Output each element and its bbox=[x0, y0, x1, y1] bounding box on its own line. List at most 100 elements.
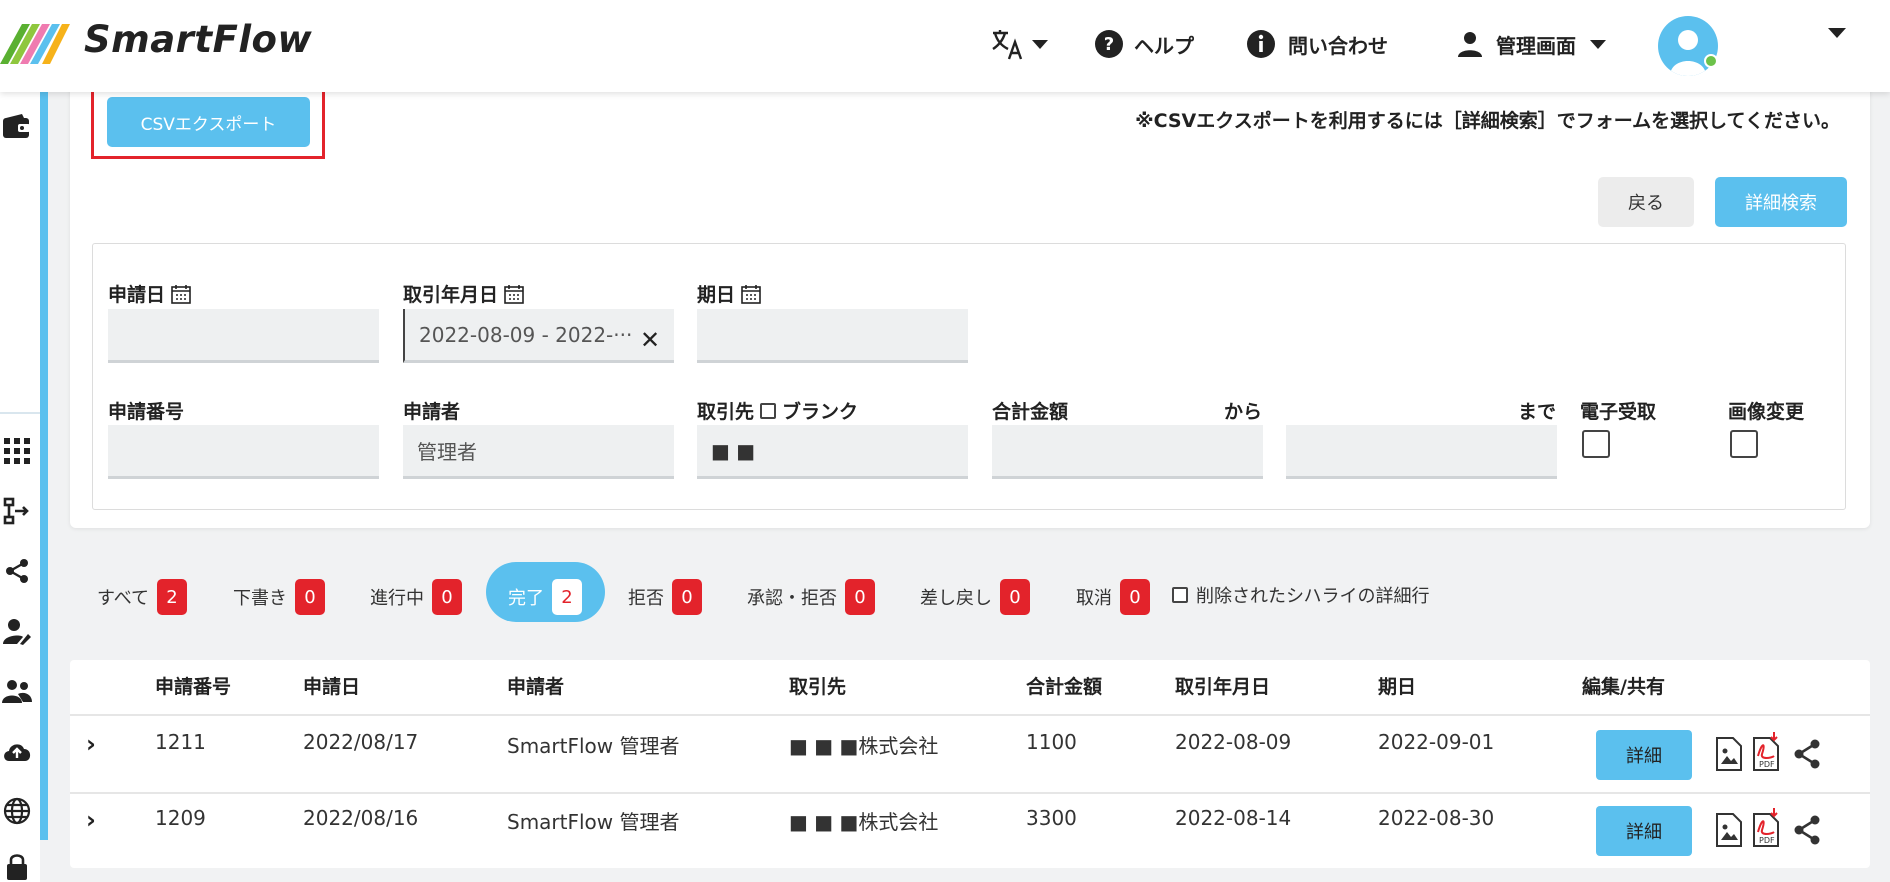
e-receipt-label: 電子受取 bbox=[1580, 401, 1657, 423]
col-header-total[interactable]: 合計金額 bbox=[1026, 672, 1102, 699]
globe-icon[interactable] bbox=[2, 796, 32, 826]
col-header-partner[interactable]: 取引先 bbox=[789, 672, 846, 699]
cell-apply-date: 2022/08/17 bbox=[303, 730, 419, 754]
tab-label: 進行中 bbox=[370, 588, 424, 609]
col-header-due-date[interactable]: 期日 bbox=[1378, 672, 1416, 699]
count-badge: 0 bbox=[1000, 579, 1030, 615]
cell-apply-no: 1211 bbox=[155, 730, 206, 754]
trade-date-input[interactable]: 2022-08-09 - 2022-··· bbox=[403, 309, 674, 363]
total-label: 合計金額 bbox=[992, 401, 1069, 423]
help-label: ヘルプ bbox=[1134, 33, 1194, 58]
tab-label: 差し戻し bbox=[920, 588, 992, 609]
detail-button[interactable]: 詳細 bbox=[1596, 806, 1692, 856]
share-icon[interactable] bbox=[1790, 810, 1824, 850]
count-badge: 2 bbox=[157, 579, 188, 615]
col-header-actions: 編集/共有 bbox=[1582, 676, 1665, 698]
online-status-dot bbox=[1704, 54, 1718, 68]
tab-in-progress[interactable]: 進行中 0 bbox=[370, 579, 462, 615]
applicant-input[interactable]: 管理者 bbox=[403, 425, 674, 479]
csv-export-button[interactable]: CSVエクスポート bbox=[107, 97, 310, 147]
grid-apps-icon[interactable] bbox=[2, 436, 32, 466]
wallet-icon[interactable] bbox=[2, 112, 32, 142]
tab-completed[interactable]: 完了 2 bbox=[508, 579, 582, 615]
cell-partner: ■ ■ ■株式会社 bbox=[789, 810, 939, 834]
tab-cancelled[interactable]: 取消 0 bbox=[1076, 579, 1150, 615]
expand-row-chevron-icon[interactable]: › bbox=[86, 806, 96, 834]
count-badge: 0 bbox=[295, 579, 325, 615]
count-badge: 0 bbox=[672, 579, 702, 615]
due-date-input[interactable] bbox=[697, 309, 968, 363]
user-icon bbox=[1458, 32, 1482, 57]
cell-total: 3300 bbox=[1026, 806, 1077, 830]
share-icon[interactable] bbox=[1790, 734, 1824, 774]
total-from-input[interactable] bbox=[992, 425, 1263, 479]
chevron-down-icon bbox=[1590, 39, 1606, 49]
image-change-checkbox[interactable] bbox=[1730, 430, 1758, 458]
translate-icon bbox=[992, 30, 1023, 60]
trade-date-label-text: 取引年月日 bbox=[403, 284, 499, 306]
users-icon[interactable] bbox=[2, 676, 32, 706]
pdf-download-icon[interactable]: PDF bbox=[1750, 808, 1784, 848]
partner-input[interactable]: ■ ■ bbox=[697, 425, 968, 479]
col-header-apply-no[interactable]: 申請番号 bbox=[155, 672, 231, 699]
lock-icon[interactable] bbox=[2, 852, 32, 882]
col-header-applicant[interactable]: 申請者 bbox=[507, 672, 564, 699]
clear-icon[interactable]: ✕ bbox=[640, 326, 660, 354]
total-to-input[interactable] bbox=[1286, 425, 1557, 479]
admin-label: 管理画面 bbox=[1496, 33, 1576, 58]
pdf-download-icon[interactable]: PDF bbox=[1750, 732, 1784, 772]
apply-date-label-text: 申請日 bbox=[108, 284, 166, 306]
share-icon[interactable] bbox=[2, 556, 32, 586]
tab-label: 取消 bbox=[1076, 588, 1112, 609]
show-deleted-checkbox[interactable] bbox=[1172, 587, 1188, 603]
workflow-icon[interactable] bbox=[2, 496, 32, 526]
admin-menu[interactable]: 管理画面 bbox=[1456, 24, 1606, 64]
app-logo-text[interactable]: SmartFlow bbox=[84, 18, 312, 61]
account-chevron-down-icon[interactable] bbox=[1828, 28, 1846, 38]
svg-text:PDF: PDF bbox=[1759, 760, 1775, 769]
image-file-icon[interactable] bbox=[1712, 734, 1746, 774]
count-badge: 2 bbox=[552, 579, 582, 615]
top-header: SmartFlow ? ヘルプ 問い合わせ 管理画面 bbox=[0, 0, 1890, 92]
tab-approve-reject[interactable]: 承認・拒否 0 bbox=[747, 579, 875, 615]
e-receipt-checkbox[interactable] bbox=[1582, 430, 1610, 458]
sidebar-divider bbox=[0, 412, 40, 414]
show-deleted-rows[interactable]: 削除されたシハライの詳細行 bbox=[1172, 582, 1429, 608]
calendar-icon bbox=[741, 284, 761, 304]
col-header-apply-date[interactable]: 申請日 bbox=[303, 672, 360, 699]
info-icon bbox=[1247, 30, 1275, 58]
contact-link[interactable]: 問い合わせ bbox=[1246, 24, 1388, 64]
svg-text:?: ? bbox=[1104, 34, 1114, 55]
tab-label: すべて bbox=[97, 588, 150, 609]
image-file-icon[interactable] bbox=[1712, 810, 1746, 850]
calendar-icon bbox=[504, 284, 524, 304]
cloud-upload-icon[interactable] bbox=[2, 736, 32, 766]
expand-row-chevron-icon[interactable]: › bbox=[86, 730, 96, 758]
back-button[interactable]: 戻る bbox=[1598, 177, 1694, 227]
chevron-down-icon bbox=[1032, 39, 1048, 49]
detail-button[interactable]: 詳細 bbox=[1596, 730, 1692, 780]
language-menu[interactable] bbox=[990, 24, 1048, 64]
apply-date-input[interactable] bbox=[108, 309, 379, 363]
logo-mark-icon bbox=[0, 24, 70, 64]
tab-all[interactable]: すべて 2 bbox=[97, 579, 188, 615]
cell-trade-date: 2022-08-09 bbox=[1175, 730, 1292, 754]
apply-date-label: 申請日 bbox=[108, 280, 191, 307]
tab-returned[interactable]: 差し戻し 0 bbox=[920, 579, 1030, 615]
tab-draft[interactable]: 下書き 0 bbox=[233, 579, 325, 615]
total-from-label: から bbox=[1224, 401, 1263, 423]
cell-total: 1100 bbox=[1026, 730, 1077, 754]
row-divider bbox=[70, 792, 1870, 794]
help-link[interactable]: ? ヘルプ bbox=[1094, 24, 1194, 64]
user-edit-icon[interactable] bbox=[2, 616, 32, 646]
advanced-search-button[interactable]: 詳細検索 bbox=[1715, 177, 1847, 227]
cell-due-date: 2022-09-01 bbox=[1378, 730, 1495, 754]
col-header-trade-date[interactable]: 取引年月日 bbox=[1175, 672, 1270, 699]
calendar-icon bbox=[171, 284, 191, 304]
blank-label: ブランク bbox=[782, 401, 859, 423]
tab-label: 承認・拒否 bbox=[747, 588, 837, 609]
cell-applicant: SmartFlow 管理者 bbox=[507, 734, 680, 758]
apply-no-input[interactable] bbox=[108, 425, 379, 479]
blank-checkbox[interactable] bbox=[760, 402, 777, 419]
tab-rejected[interactable]: 拒否 0 bbox=[628, 579, 702, 615]
